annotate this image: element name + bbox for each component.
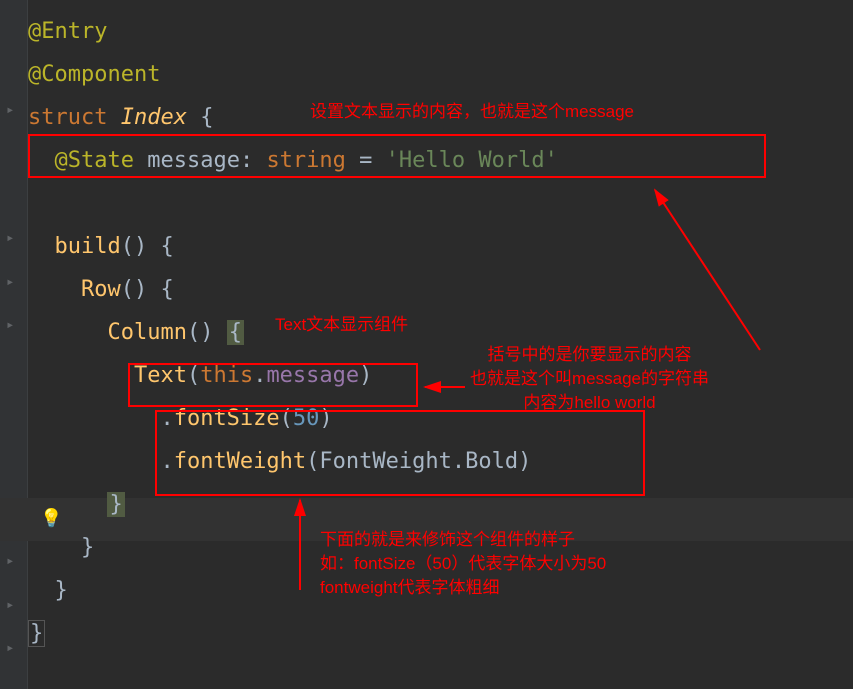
code-line bbox=[28, 182, 853, 225]
decorator: @Entry bbox=[28, 19, 107, 44]
dot: . bbox=[160, 406, 173, 431]
fold-icon: ▸ bbox=[6, 230, 14, 246]
paren: ( bbox=[280, 406, 293, 431]
type: string bbox=[266, 148, 345, 173]
fold-icon: ▸ bbox=[6, 553, 14, 569]
brace: } bbox=[107, 492, 124, 517]
component: Column bbox=[107, 320, 186, 345]
code-line: @Entry bbox=[28, 10, 853, 53]
paren: ) bbox=[359, 363, 372, 388]
brace: } bbox=[81, 535, 94, 560]
code-line: .fontWeight(FontWeight.Bold) bbox=[28, 440, 853, 483]
keyword: struct bbox=[28, 105, 107, 130]
identifier: message: bbox=[134, 148, 266, 173]
dot: . bbox=[253, 363, 266, 388]
brace: } bbox=[55, 578, 68, 603]
annotation-1: 设置文本显示的内容，也就是这个message bbox=[310, 100, 634, 124]
brace: { bbox=[200, 105, 213, 130]
editor-gutter: ▸ ▸ ▸ ▸ ▸ ▸ ▸ ▸ bbox=[0, 0, 28, 689]
annotation-text: 内容为hello world bbox=[470, 391, 709, 415]
fold-icon: ▸ bbox=[6, 597, 14, 613]
annotation-3: 括号中的是你要显示的内容 也就是这个叫message的字符串 内容为hello … bbox=[470, 343, 709, 414]
fold-icon: ▸ bbox=[6, 640, 14, 656]
method: fontWeight bbox=[174, 449, 306, 474]
code-line: } bbox=[28, 612, 853, 655]
annotation-4: 下面的就是来修饰这个组件的样子 如：fontSize（50）代表字体大小为50 … bbox=[320, 528, 606, 599]
class-name: Index bbox=[107, 105, 200, 130]
annotation-2: Text文本显示组件 bbox=[275, 313, 408, 337]
punct: () bbox=[187, 320, 227, 345]
paren: ) bbox=[319, 406, 332, 431]
brace: } bbox=[28, 620, 45, 647]
method: fontSize bbox=[174, 406, 280, 431]
code-line: } bbox=[28, 483, 853, 526]
annotation-text: 如：fontSize（50）代表字体大小为50 bbox=[320, 552, 606, 576]
decorator: @Component bbox=[28, 62, 160, 87]
dot: . bbox=[160, 449, 173, 474]
fold-icon: ▸ bbox=[6, 274, 14, 290]
number: 50 bbox=[293, 406, 320, 431]
code-line: Text(this.message) bbox=[28, 354, 853, 397]
component: Row bbox=[81, 277, 121, 302]
punct: () { bbox=[121, 277, 174, 302]
annotation-text: 括号中的是你要显示的内容 bbox=[470, 343, 709, 367]
paren: ( bbox=[187, 363, 200, 388]
keyword-this: this bbox=[200, 363, 253, 388]
fold-icon: ▸ bbox=[6, 102, 14, 118]
annotation-text: 也就是这个叫message的字符串 bbox=[470, 367, 709, 391]
operator: = bbox=[346, 148, 386, 173]
annotation-text: fontweight代表字体粗细 bbox=[320, 576, 606, 600]
annotation-text: 下面的就是来修饰这个组件的样子 bbox=[320, 528, 606, 552]
code-line: Row() { bbox=[28, 268, 853, 311]
paren: ) bbox=[518, 449, 531, 474]
code-line: build() { bbox=[28, 225, 853, 268]
punct: () { bbox=[121, 234, 174, 259]
paren: ( bbox=[306, 449, 319, 474]
method: build bbox=[55, 234, 121, 259]
code-line: Column() { bbox=[28, 311, 853, 354]
property: message bbox=[266, 363, 359, 388]
code-line: @Component bbox=[28, 53, 853, 96]
code-line: @State message: string = 'Hello World' bbox=[28, 139, 853, 182]
enum: FontWeight.Bold bbox=[319, 449, 518, 474]
fold-icon: ▸ bbox=[6, 317, 14, 333]
component: Text bbox=[134, 363, 187, 388]
string-literal: 'Hello World' bbox=[386, 148, 558, 173]
brace: { bbox=[227, 320, 244, 345]
decorator: @State bbox=[55, 148, 134, 173]
code-line: .fontSize(50) bbox=[28, 397, 853, 440]
